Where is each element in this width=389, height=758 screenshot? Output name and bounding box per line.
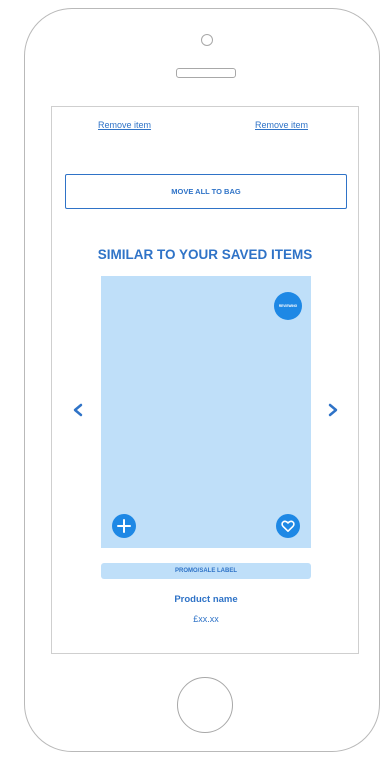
section-title: SIMILAR TO YOUR SAVED ITEMS (97, 247, 313, 262)
remove-item-link-right[interactable]: Remove item (255, 120, 308, 130)
promo-sale-label-text: PROMO/SALE LABEL (174, 568, 237, 574)
heart-icon (281, 520, 295, 532)
front-camera (201, 34, 213, 46)
chevron-left-icon[interactable] (72, 403, 84, 422)
chevron-right-icon[interactable] (327, 403, 339, 422)
add-to-bag-button[interactable] (112, 514, 136, 538)
move-all-to-bag-button[interactable]: MOVE ALL TO BAG (65, 174, 347, 209)
status-badge: REVIEWING (274, 292, 302, 320)
product-name[interactable]: Product name (101, 594, 311, 605)
plus-icon (117, 519, 131, 533)
earpiece-speaker (176, 68, 236, 78)
remove-item-link-left[interactable]: Remove item (98, 120, 151, 130)
product-price: £xx.xx (193, 614, 219, 624)
move-all-to-bag-label: MOVE ALL TO BAG (171, 187, 241, 196)
home-button[interactable] (177, 677, 233, 733)
promo-sale-label: PROMO/SALE LABEL (101, 563, 311, 579)
status-badge-label: REVIEWING (278, 304, 298, 308)
save-item-button[interactable] (276, 514, 300, 538)
